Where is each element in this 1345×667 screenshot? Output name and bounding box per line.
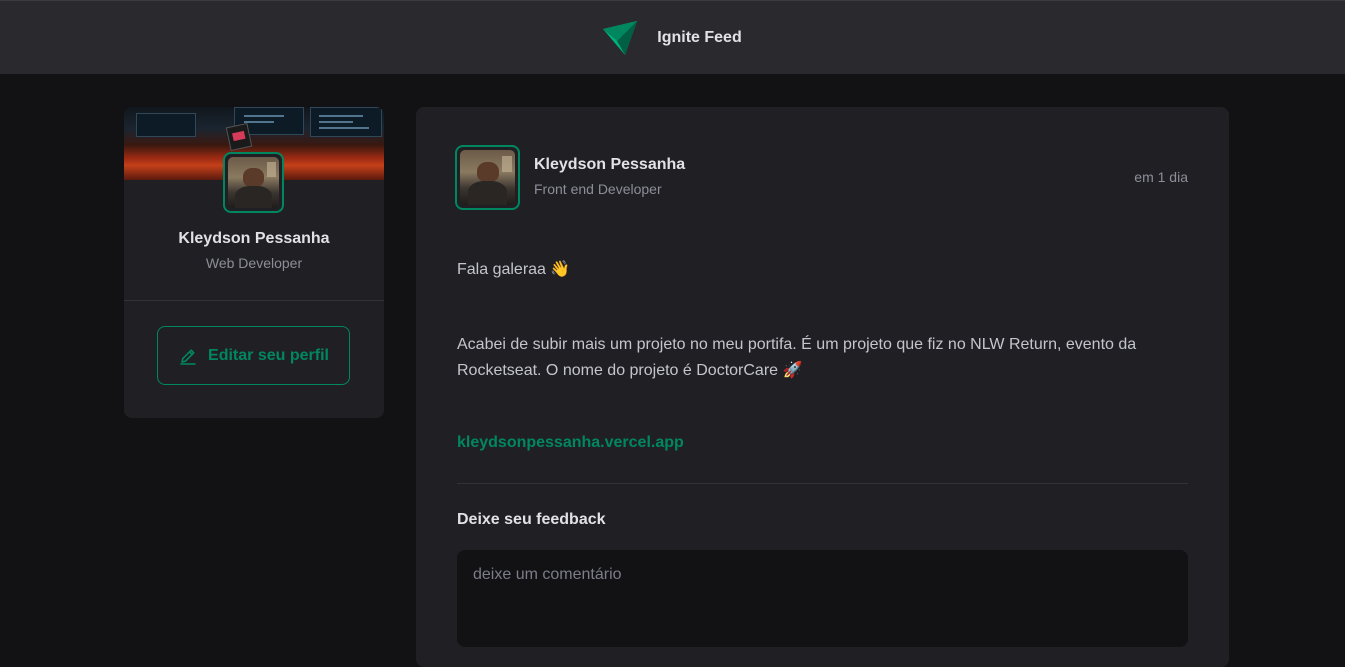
edit-profile-button[interactable]: Editar seu perfil [157, 326, 350, 385]
profile-name: Kleydson Pessanha [178, 230, 330, 247]
app-title: Ignite Feed [657, 28, 742, 46]
post-divider [457, 483, 1188, 484]
paper-plane-logo-icon [603, 20, 638, 55]
comment-input[interactable] [457, 550, 1188, 647]
post-card: Kleydson Pessanha Front end Developer em… [416, 107, 1229, 667]
profile-role: Web Developer [205, 255, 303, 271]
post-author-role: Front end Developer [534, 181, 662, 197]
post-paragraph: Acabei de subir mais um projeto no meu p… [457, 336, 1137, 379]
profile-avatar[interactable] [223, 152, 284, 213]
profile-sidebar: Kleydson Pessanha Web Developer Editar s… [124, 107, 384, 418]
app-header: Ignite Feed [0, 0, 1345, 74]
pencil-icon [180, 348, 196, 365]
post-author-avatar[interactable] [455, 145, 520, 210]
post-author-name: Kleydson Pessanha [534, 156, 686, 173]
edit-profile-label: Editar seu perfil [208, 346, 329, 364]
post-timestamp[interactable]: em 1 dia [1134, 169, 1188, 185]
feedback-title: Deixe seu feedback [457, 511, 606, 528]
post-paragraph: Fala galeraa 👋 [457, 261, 571, 278]
sidebar-divider [124, 300, 384, 301]
post-link[interactable]: kleydsonpessanha.vercel.app [457, 434, 684, 452]
